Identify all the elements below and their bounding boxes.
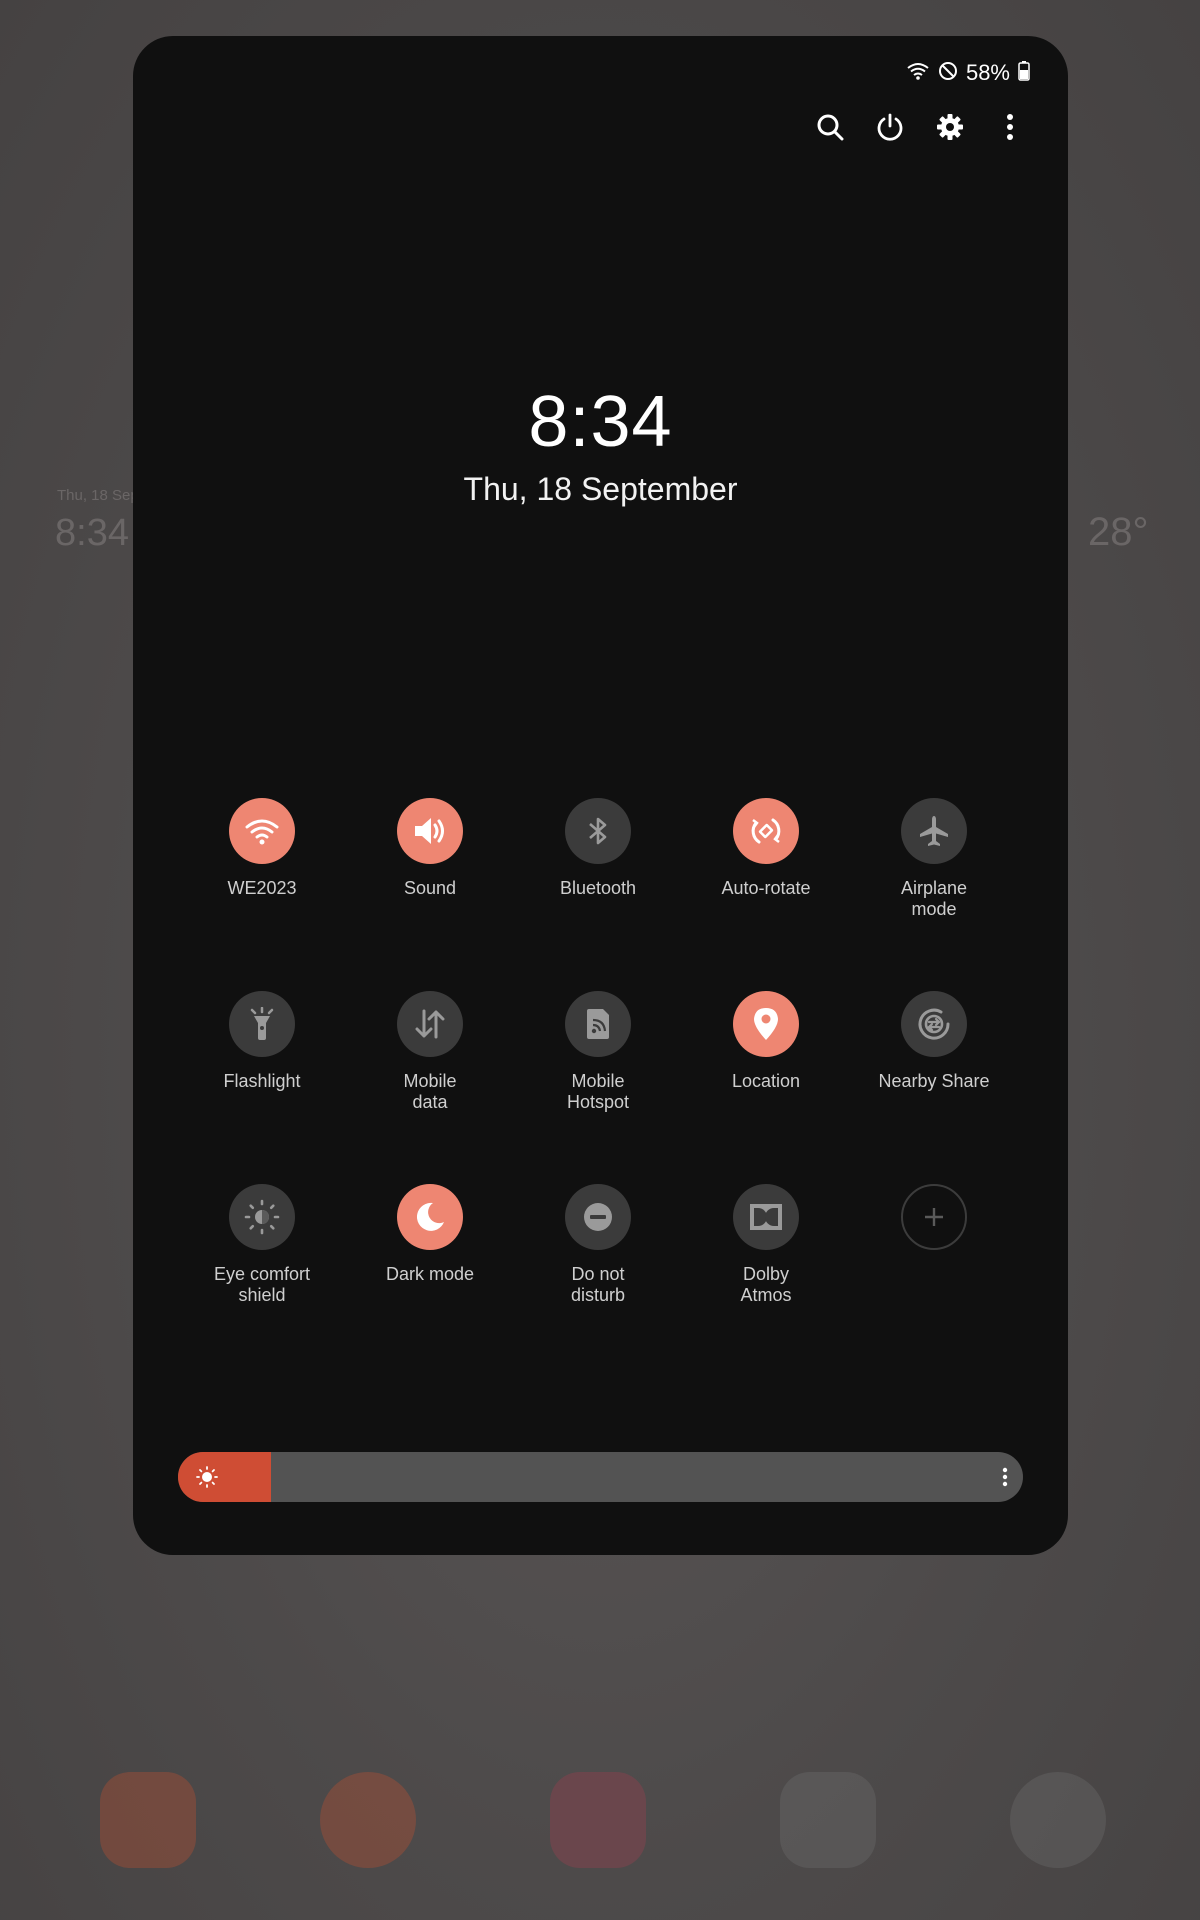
background-widget-time: 8:34 — [55, 512, 129, 554]
tile-eye-comfort-shield[interactable]: Eye comfort shield — [178, 1184, 346, 1306]
quick-settings-panel: 58% 8:34 Thu, 18 September WE2023 Sound … — [133, 36, 1068, 1555]
tile-dolby-atmos[interactable]: Dolby Atmos — [682, 1184, 850, 1306]
wifi-icon — [906, 61, 930, 86]
brightness-icon — [195, 1465, 219, 1489]
play-store-app-icon — [780, 1772, 876, 1868]
dolby-icon[interactable] — [733, 1184, 799, 1250]
dark-mode-icon[interactable] — [397, 1184, 463, 1250]
tile-label: Nearby Share — [878, 1071, 990, 1091]
tile-sound[interactable]: Sound — [346, 798, 514, 899]
bluetooth-icon[interactable] — [565, 798, 631, 864]
tile-do-not-disturb[interactable]: Do not disturb — [514, 1184, 682, 1306]
tile-mobile-data[interactable]: Mobile data — [346, 991, 514, 1113]
background-widget-date: Thu, 18 Sep — [57, 487, 139, 504]
auto-rotate-icon[interactable] — [733, 798, 799, 864]
gallery-app-icon — [550, 1772, 646, 1868]
tile-label: Mobile Hotspot — [566, 1071, 630, 1112]
do-not-disturb-icon[interactable] — [565, 1184, 631, 1250]
tile-location[interactable]: Location — [682, 991, 850, 1092]
clock-time[interactable]: 8:34 — [133, 381, 1068, 463]
settings-icon[interactable] — [934, 111, 966, 143]
tile-label: WE2023 — [227, 878, 297, 898]
tile-mobile-hotspot[interactable]: Mobile Hotspot — [514, 991, 682, 1113]
chrome-app-icon — [1010, 1772, 1106, 1868]
tile-label: Airplane mode — [900, 878, 968, 919]
mobile-data-icon[interactable] — [397, 991, 463, 1057]
hotspot-icon[interactable] — [565, 991, 631, 1057]
tile-label: Bluetooth — [559, 878, 637, 898]
tile-flashlight[interactable]: Flashlight — [178, 991, 346, 1092]
location-icon[interactable] — [733, 991, 799, 1057]
do-not-disturb-status-icon — [938, 61, 958, 86]
clock-date[interactable]: Thu, 18 September — [133, 471, 1068, 508]
battery-icon — [1018, 60, 1030, 86]
tile-label: Flashlight — [223, 1071, 301, 1091]
more-options-icon[interactable] — [994, 111, 1026, 143]
phone-app-icon — [100, 1772, 196, 1868]
tile-auto-rotate[interactable]: Auto-rotate — [682, 798, 850, 899]
tile-label: Do not disturb — [570, 1264, 626, 1305]
airplane-icon[interactable] — [901, 798, 967, 864]
power-icon[interactable] — [874, 111, 906, 143]
wifi-icon[interactable] — [229, 798, 295, 864]
add-icon[interactable] — [901, 1184, 967, 1250]
tile-label: Mobile data — [403, 1071, 457, 1112]
home-dock — [0, 1772, 1200, 1872]
tile-label: Eye comfort shield — [213, 1264, 311, 1305]
tile-dark-mode[interactable]: Dark mode — [346, 1184, 514, 1285]
tile-bluetooth[interactable]: Bluetooth — [514, 798, 682, 899]
tile-add[interactable] — [850, 1184, 1018, 1250]
tile-label: Auto-rotate — [721, 878, 811, 898]
tile-airplane-mode[interactable]: Airplane mode — [850, 798, 1018, 920]
tile-label: Dolby Atmos — [740, 1264, 792, 1305]
tile-label: Location — [731, 1071, 801, 1091]
brightness-slider[interactable] — [178, 1452, 1023, 1502]
status-bar: 58% — [906, 58, 1030, 88]
search-icon[interactable] — [814, 111, 846, 143]
tile-nearby-share[interactable]: Nearby Share — [850, 991, 1018, 1092]
sound-icon[interactable] — [397, 798, 463, 864]
messages-app-icon — [320, 1772, 416, 1868]
panel-toolbar — [814, 111, 1026, 143]
tile-label: Dark mode — [385, 1264, 475, 1284]
brightness-fill — [178, 1452, 271, 1502]
brightness-more-icon[interactable] — [999, 1465, 1011, 1489]
tile-wifi[interactable]: WE2023 — [178, 798, 346, 899]
nearby-share-icon[interactable] — [901, 991, 967, 1057]
eye-comfort-icon[interactable] — [229, 1184, 295, 1250]
tile-label: Sound — [403, 878, 457, 898]
flashlight-icon[interactable] — [229, 991, 295, 1057]
battery-percent: 58% — [965, 60, 1010, 85]
background-weather-temp: 28° — [1088, 510, 1149, 554]
